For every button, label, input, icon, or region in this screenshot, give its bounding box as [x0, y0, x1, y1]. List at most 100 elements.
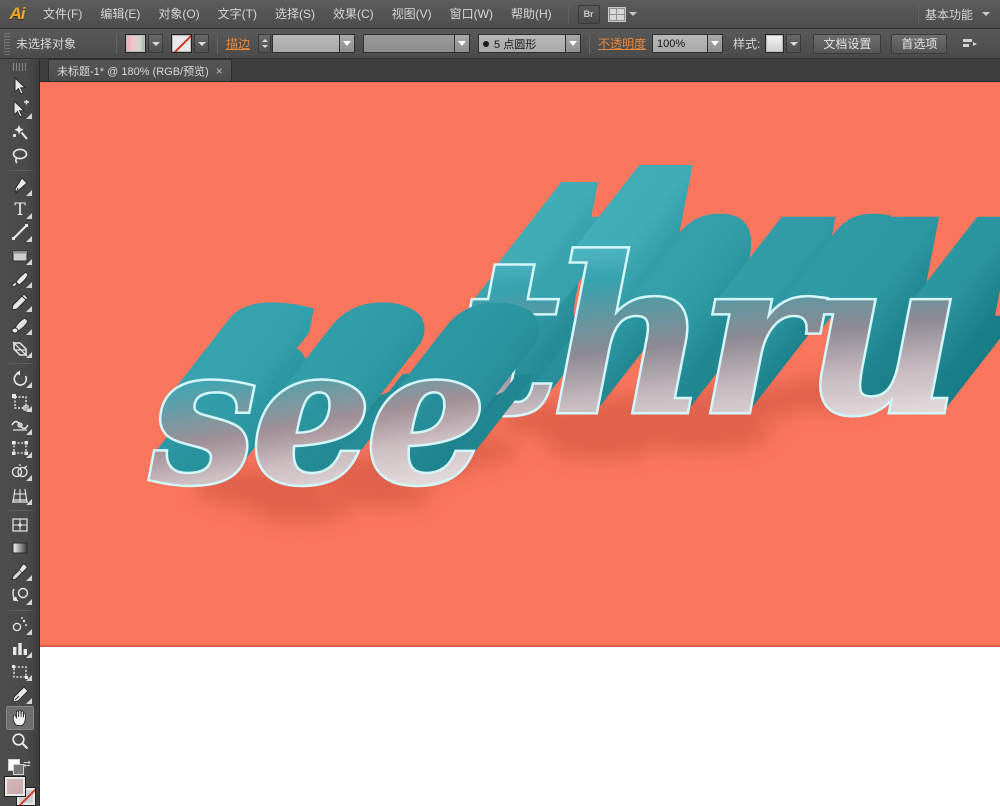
workspace-divider	[917, 5, 919, 23]
control-bar-overflow-button[interactable]	[959, 34, 981, 53]
perspective-grid-tool[interactable]	[6, 483, 34, 506]
slice-tool[interactable]	[6, 683, 34, 706]
eraser-tool[interactable]	[6, 337, 34, 360]
stroke-profile-control[interactable]	[363, 34, 471, 53]
menu-edit[interactable]: 编辑(E)	[92, 3, 148, 25]
opacity-control[interactable]: 100%	[652, 34, 724, 53]
stroke-weight-dropdown[interactable]	[340, 34, 356, 53]
scale-tool[interactable]	[6, 390, 34, 413]
blend-tool[interactable]	[6, 583, 34, 606]
graphic-style-dropdown[interactable]	[786, 34, 802, 53]
selection-status: 未选择对象	[16, 37, 77, 51]
brush-dot-icon	[483, 40, 490, 47]
tools-panel-grip[interactable]	[12, 63, 27, 72]
mesh-tool[interactable]	[6, 514, 34, 537]
menu-file[interactable]: 文件(F)	[35, 3, 90, 25]
workspace-label: 基本功能	[924, 7, 973, 22]
menu-window[interactable]: 窗口(W)	[442, 3, 501, 25]
workspace-switcher[interactable]: 基本功能	[917, 5, 1000, 23]
style-label: 样式:	[733, 37, 761, 51]
artboard-tool[interactable]	[6, 660, 34, 683]
artboard[interactable]: see thruthr	[40, 82, 1000, 647]
document-tab[interactable]: 未标题-1* @ 180% (RGB/预览) ×	[48, 59, 232, 81]
align-icon	[963, 38, 978, 47]
gradient-tool[interactable]	[6, 537, 34, 560]
fill-swatch[interactable]	[125, 34, 146, 53]
arrange-documents-icon	[607, 6, 626, 22]
fill-color-control[interactable]	[125, 34, 163, 53]
control-bar-grip[interactable]	[4, 32, 10, 55]
opacity-dropdown[interactable]	[708, 34, 724, 53]
tool-divider	[6, 363, 33, 365]
svg-text:T: T	[14, 200, 26, 218]
graphic-style-control[interactable]	[765, 34, 802, 53]
stroke-dropdown-button[interactable]	[194, 34, 209, 53]
stroke-weight-input[interactable]	[272, 34, 341, 53]
zoom-tool[interactable]	[6, 730, 34, 753]
free-transform-tool[interactable]	[6, 437, 34, 460]
fill-dropdown-button[interactable]	[148, 34, 163, 53]
blob-brush-tool[interactable]	[6, 314, 34, 337]
menu-effect[interactable]: 效果(C)	[325, 3, 382, 25]
chevron-down-icon	[628, 12, 637, 16]
fill-stroke-indicator	[3, 776, 36, 806]
document-setup-button[interactable]: 文档设置	[813, 33, 882, 54]
shape-builder-tool[interactable]	[6, 460, 34, 483]
rotate-tool[interactable]	[6, 367, 34, 390]
width-tool[interactable]	[6, 414, 34, 437]
stroke-swatch-none[interactable]	[171, 34, 192, 53]
document-canvas[interactable]: see thruthr	[40, 82, 1000, 806]
line-segment-tool[interactable]	[6, 221, 34, 244]
brush-definition-dropdown[interactable]	[566, 34, 582, 53]
close-icon[interactable]: ×	[216, 65, 223, 77]
chevron-down-icon	[982, 12, 990, 16]
stroke-weight-stepper[interactable]	[258, 34, 272, 53]
menu-bar: Ai 文件(F) 编辑(E) 对象(O) 文字(T) 选择(S) 效果(C) 视…	[0, 0, 1000, 29]
artboard-bottom-edge	[40, 645, 1000, 647]
rectangle-tool[interactable]	[6, 244, 34, 267]
opacity-label[interactable]: 不透明度	[598, 35, 646, 52]
paintbrush-tool[interactable]	[6, 267, 34, 290]
tool-divider	[6, 609, 33, 611]
artwork-word-see[interactable]: seeseeseeseeseeseeseeseeseeseeseeseesees…	[147, 226, 548, 530]
brush-definition-value: 5 点圆形	[494, 38, 537, 51]
default-fill-stroke-icon[interactable]	[8, 759, 25, 776]
divider	[589, 33, 591, 54]
tool-divider	[6, 509, 33, 511]
magic-wand-tool[interactable]	[6, 121, 34, 144]
fill-indicator[interactable]	[3, 776, 26, 798]
selection-tool[interactable]	[6, 74, 34, 97]
menu-object[interactable]: 对象(O)	[150, 3, 207, 25]
artwork-3d-text[interactable]: see thruthr	[40, 82, 1000, 647]
brush-definition-control[interactable]: 5 点圆形	[478, 34, 582, 53]
stroke-label[interactable]: 描边	[226, 35, 250, 52]
direct-selection-tool[interactable]	[6, 98, 34, 121]
tool-divider	[6, 170, 33, 172]
brush-definition-input[interactable]: 5 点圆形	[478, 34, 567, 53]
graphic-style-swatch[interactable]	[765, 34, 785, 53]
stroke-profile-dropdown[interactable]	[455, 34, 471, 53]
preferences-button[interactable]: 首选项	[891, 33, 948, 54]
document-tab-label: 未标题-1* @ 180% (RGB/预览)	[57, 65, 209, 78]
column-graph-tool[interactable]	[6, 637, 34, 660]
stroke-weight-control[interactable]	[258, 34, 356, 53]
symbol-sprayer-tool[interactable]	[6, 614, 34, 637]
tools-panel: T ⇄	[0, 59, 40, 806]
hand-tool[interactable]	[5, 706, 34, 730]
stroke-color-control[interactable]	[171, 34, 209, 53]
menu-help[interactable]: 帮助(H)	[503, 3, 560, 25]
menu-view[interactable]: 视图(V)	[384, 3, 440, 25]
lasso-tool[interactable]	[6, 144, 34, 167]
bridge-icon[interactable]: Br	[577, 4, 600, 24]
swap-fill-stroke-icon[interactable]: ⇄	[23, 759, 31, 770]
menu-type[interactable]: 文字(T)	[210, 3, 265, 25]
pencil-tool[interactable]	[6, 290, 34, 313]
type-tool[interactable]: T	[6, 198, 34, 221]
eyedropper-tool[interactable]	[6, 560, 34, 583]
arrange-documents-button[interactable]	[607, 6, 637, 22]
stroke-profile-input[interactable]	[363, 34, 456, 53]
fill-stroke-mini-row: ⇄	[3, 759, 37, 776]
pen-tool[interactable]	[6, 174, 34, 197]
opacity-input[interactable]: 100%	[652, 34, 709, 53]
menu-select[interactable]: 选择(S)	[267, 3, 323, 25]
